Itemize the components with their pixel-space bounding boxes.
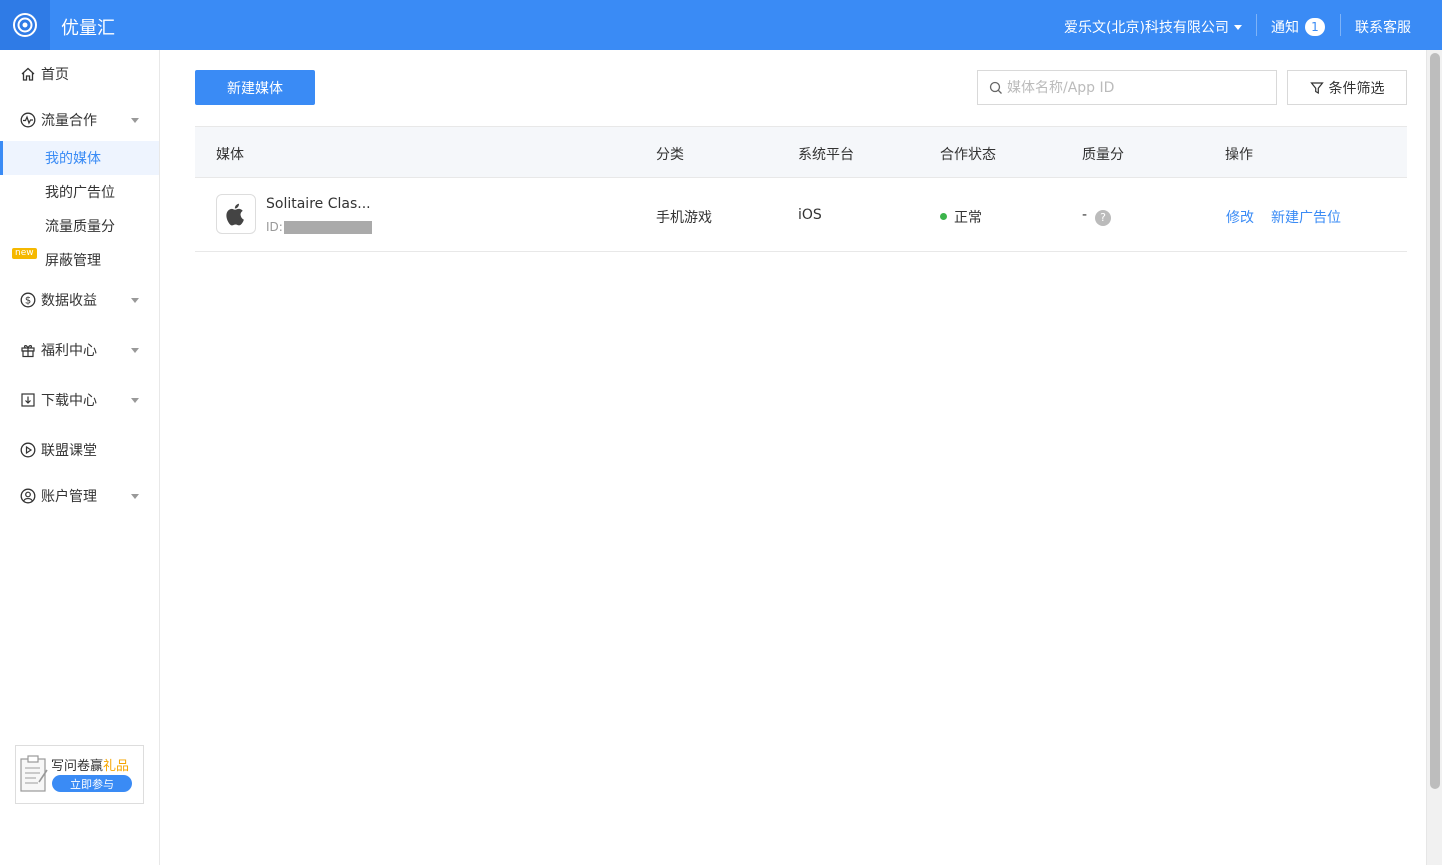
promo-text: 写问卷赢礼品 (51, 755, 129, 774)
header-divider (1340, 14, 1341, 36)
sidebar-item-label: 福利中心 (41, 343, 97, 359)
status-text: 正常 (954, 210, 982, 226)
chevron-down-icon (131, 298, 139, 303)
sidebar-item-label: 流量质量分 (45, 219, 115, 235)
logo[interactable] (0, 0, 50, 50)
survey-promo-banner[interactable]: 写问卷赢礼品 立即参与 (15, 745, 144, 804)
filter-label: 条件筛选 (1328, 80, 1385, 97)
sidebar-item-label: 我的广告位 (45, 185, 115, 201)
question-circle-icon[interactable]: ? (1095, 209, 1112, 226)
play-circle-icon (20, 442, 36, 458)
column-header-actions: 操作 (1225, 147, 1253, 163)
top-header: 优量汇 爱乐文(北京)科技有限公司 通知 1 联系客服 (0, 0, 1442, 50)
svg-text:$: $ (25, 296, 31, 307)
chevron-down-icon (131, 348, 139, 353)
scrollbar-thumb[interactable] (1430, 53, 1440, 789)
sidebar-item-my-media[interactable]: 我的媒体 (0, 141, 159, 175)
sidebar-item-home[interactable]: 首页 (0, 57, 159, 91)
caret-down-icon (1233, 24, 1242, 30)
chevron-down-icon (131, 494, 139, 499)
media-status: 正常 (940, 207, 982, 227)
sidebar-item-label: 我的媒体 (45, 151, 101, 167)
dollar-circle-icon: $ (20, 292, 36, 308)
table-header: 媒体 分类 系统平台 合作状态 质量分 操作 (195, 126, 1407, 178)
sidebar-item-label: 下载中心 (41, 393, 97, 409)
sidebar-item-my-ad-slots[interactable]: 我的广告位 (0, 175, 159, 209)
media-quality: -? (1082, 207, 1112, 226)
gift-icon (21, 345, 35, 358)
download-icon (21, 393, 35, 407)
column-header-category: 分类 (656, 147, 684, 163)
media-name[interactable]: Solitaire Clas... (266, 196, 371, 212)
sidebar-item-welfare[interactable]: 福利中心 (0, 333, 159, 367)
redacted-id (283, 220, 372, 234)
filter-button[interactable]: 条件筛选 (1287, 70, 1407, 105)
new-badge: new (12, 248, 37, 259)
sidebar-item-label: 联盟课堂 (41, 443, 97, 459)
app-icon (216, 194, 256, 234)
new-media-button[interactable]: 新建媒体 (195, 70, 315, 105)
sidebar-item-traffic[interactable]: 流量合作 (0, 103, 159, 137)
apple-icon (226, 203, 244, 226)
quality-value: - (1082, 207, 1088, 223)
brand-name: 优量汇 (61, 18, 115, 39)
promo-text-main: 写问卷赢 (51, 759, 104, 774)
header-divider (1256, 14, 1257, 36)
sidebar-item-course[interactable]: 联盟课堂 (0, 433, 159, 467)
sidebar-item-data-revenue[interactable]: $ 数据收益 (0, 283, 159, 317)
sidebar: 首页 流量合作 我的媒体 我的广告位 流量质量分 new 屏蔽管理 $ 数据收益… (0, 50, 160, 865)
sidebar-item-traffic-quality[interactable]: 流量质量分 (0, 209, 159, 243)
sidebar-item-label: 数据收益 (41, 293, 97, 309)
media-category: 手机游戏 (656, 210, 712, 226)
funnel-icon (1309, 81, 1324, 94)
pulse-icon (20, 112, 36, 128)
search-icon (989, 81, 1002, 94)
column-header-status: 合作状态 (940, 147, 996, 163)
column-header-quality: 质量分 (1082, 147, 1124, 163)
chevron-down-icon (131, 118, 139, 123)
sidebar-item-label: 屏蔽管理 (45, 253, 101, 269)
user-circle-icon (20, 488, 36, 504)
vertical-scrollbar[interactable] (1426, 50, 1442, 865)
sidebar-item-label: 首页 (41, 67, 69, 83)
media-platform: iOS (798, 207, 822, 223)
sidebar-item-block-management[interactable]: new 屏蔽管理 (0, 243, 159, 277)
search-input[interactable] (1007, 79, 1267, 96)
status-dot (940, 213, 947, 220)
promo-text-highlight: 礼品 (103, 759, 130, 774)
search-box[interactable] (977, 70, 1277, 105)
new-ad-slot-link[interactable]: 新建广告位 (1271, 207, 1341, 227)
company-switcher[interactable]: 爱乐文(北京)科技有限公司 (1064, 17, 1242, 37)
chevron-down-icon (131, 398, 139, 403)
notice-count-badge: 1 (1305, 18, 1325, 36)
sidebar-item-label: 账户管理 (41, 489, 97, 505)
radar-logo-icon (13, 13, 37, 37)
sidebar-item-download[interactable]: 下载中心 (0, 383, 159, 417)
table-row: Solitaire Clas... ID: 手机游戏 iOS 正常 -? 修改 … (195, 178, 1407, 252)
clipboard-icon (20, 755, 48, 792)
media-id: ID: (266, 220, 372, 234)
sidebar-item-label: 流量合作 (41, 113, 97, 129)
contact-service-link[interactable]: 联系客服 (1355, 17, 1411, 37)
edit-link[interactable]: 修改 (1226, 207, 1254, 227)
home-icon (21, 67, 35, 81)
sidebar-item-account[interactable]: 账户管理 (0, 479, 159, 513)
column-header-media: 媒体 (216, 147, 244, 163)
notice-label: 通知 (1271, 20, 1299, 36)
join-survey-button[interactable]: 立即参与 (52, 775, 132, 792)
company-name: 爱乐文(北京)科技有限公司 (1064, 20, 1229, 36)
column-header-platform: 系统平台 (798, 147, 854, 163)
media-id-label: ID: (266, 220, 283, 234)
notice-link[interactable]: 通知 1 (1271, 17, 1325, 37)
